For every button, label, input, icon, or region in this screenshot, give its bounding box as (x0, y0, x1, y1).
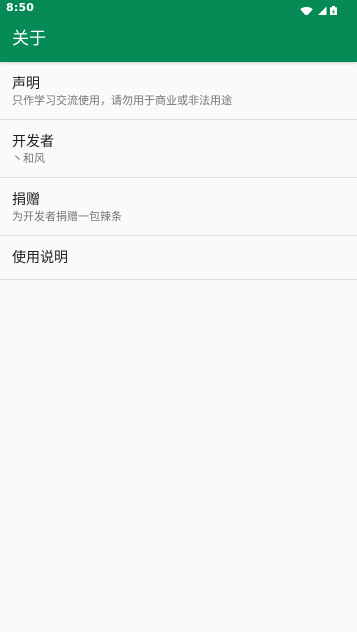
battery-icon (330, 2, 337, 17)
page-title: 关于 (12, 29, 46, 49)
list-item-title: 使用说明 (12, 250, 68, 266)
list-item-subtitle: 只作学习交流使用，请勿用于商业或非法用途 (12, 94, 232, 107)
wifi-icon (300, 2, 313, 17)
status-icons (300, 2, 337, 17)
list-item-title: 开发者 (12, 134, 54, 150)
list-item-title: 捐赠 (12, 192, 40, 208)
list-item-subtitle: 为开发者捐赠一包辣条 (12, 210, 122, 223)
status-bar: 8:50 (0, 0, 357, 17)
list-item-instructions[interactable]: 使用说明 (0, 236, 357, 280)
list-item-title: 声明 (12, 76, 40, 92)
list-item-donate[interactable]: 捐赠 为开发者捐赠一包辣条 (0, 178, 357, 236)
about-list: 声明 只作学习交流使用，请勿用于商业或非法用途 开发者 丶和风 捐赠 为开发者捐… (0, 62, 357, 280)
list-item-developer[interactable]: 开发者 丶和风 (0, 120, 357, 178)
list-item-subtitle: 丶和风 (12, 152, 45, 165)
status-time: 8:50 (6, 1, 35, 14)
signal-icon (316, 2, 327, 17)
list-item-statement[interactable]: 声明 只作学习交流使用，请勿用于商业或非法用途 (0, 62, 357, 120)
app-bar: 关于 (0, 15, 357, 62)
